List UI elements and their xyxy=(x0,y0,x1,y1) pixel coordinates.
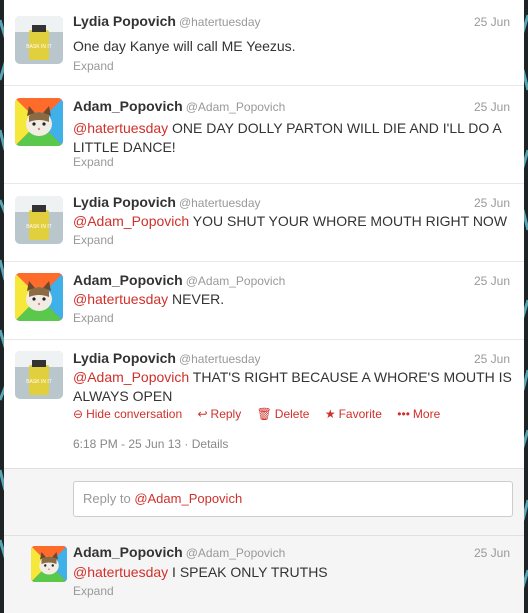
author-name[interactable]: Lydia Popovich xyxy=(73,350,176,366)
tweet-header: Adam_Popovich @Adam_Popovich xyxy=(73,272,285,290)
tweet-header: Lydia Popovich @hatertuesday xyxy=(73,350,261,368)
tweet-body: YOU SHUT YOUR WHORE MOUTH RIGHT NOW xyxy=(189,213,508,229)
reply-input[interactable]: Reply to @Adam_Popovich xyxy=(73,481,513,517)
tweet-text: @hatertuesday NEVER. xyxy=(73,290,513,309)
author-name[interactable]: Adam_Popovich xyxy=(73,272,183,288)
reply-area: Reply to @Adam_Popovich xyxy=(4,469,524,536)
mention-link[interactable]: @hatertuesday xyxy=(73,291,168,307)
reply-placeholder-mention: @Adam_Popovich xyxy=(134,491,243,506)
meta-separator: · xyxy=(181,437,192,451)
author-handle[interactable]: @hatertuesday xyxy=(179,196,261,210)
tweet-date[interactable]: 25 Jun xyxy=(474,15,510,29)
reply-placeholder: Reply to xyxy=(83,491,135,506)
mention-link[interactable]: @Adam_Popovich xyxy=(73,213,189,229)
reply-label: Reply xyxy=(210,407,242,421)
avatar-logo-text: BASK IN IT xyxy=(26,44,52,50)
tweet-date[interactable]: 25 Jun xyxy=(474,196,510,210)
tweet-text: @hatertuesday I SPEAK ONLY TRUTHS xyxy=(73,563,513,582)
trash-icon: 🗑 xyxy=(256,407,272,421)
more-dots-icon: ••• xyxy=(397,407,410,421)
tweet-text: One day Kanye will call ME Yeezus. xyxy=(73,37,513,56)
tweet-body: NEVER. xyxy=(168,291,225,307)
author-handle[interactable]: @Adam_Popovich xyxy=(186,100,286,114)
author-name[interactable]: Adam_Popovich xyxy=(73,544,183,560)
more-button[interactable]: ••• More xyxy=(397,407,440,421)
hide-conversation-button[interactable]: ⊖ Hide conversation xyxy=(73,407,182,421)
avatar-logo-text: BASK IN IT xyxy=(26,224,52,230)
tweet-text: @Adam_Popovich THAT'S RIGHT BECAUSE A WH… xyxy=(73,368,513,406)
reply-tweet[interactable]: Adam_Popovich @Adam_Popovich 25 Jun @hate… xyxy=(4,536,524,613)
tweet-header: Lydia Popovich @hatertuesday xyxy=(73,13,261,31)
delete-button[interactable]: 🗑 Delete xyxy=(257,407,310,421)
tweet[interactable]: BASK IN IT Lydia Popovich @hatertuesday 2… xyxy=(4,0,524,86)
avatar[interactable] xyxy=(31,546,67,582)
avatar[interactable] xyxy=(15,273,63,321)
tweet-body: I SPEAK ONLY TRUTHS xyxy=(168,564,328,580)
tweet-date[interactable]: 25 Jun xyxy=(474,546,510,560)
tweet[interactable]: Adam_Popovich @Adam_Popovich 25 Jun @hate… xyxy=(4,262,524,340)
tweet-date[interactable]: 25 Jun xyxy=(474,274,510,288)
tweet-date[interactable]: 25 Jun xyxy=(474,100,510,114)
mention-link[interactable]: @hatertuesday xyxy=(73,564,168,580)
author-handle[interactable]: @hatertuesday xyxy=(179,15,261,29)
tweet-timestamp[interactable]: 6:18 PM - 25 Jun 13 xyxy=(73,437,181,451)
avatar[interactable] xyxy=(15,98,63,146)
tweet-body: One day Kanye will call ME Yeezus. xyxy=(73,38,296,54)
tweet-header: Adam_Popovich @Adam_Popovich xyxy=(73,544,285,562)
expand-link[interactable]: Expand xyxy=(73,233,114,247)
tweet-expanded[interactable]: BASK IN IT Lydia Popovich @hatertuesday 2… xyxy=(4,340,524,469)
author-name[interactable]: Lydia Popovich xyxy=(73,194,176,210)
tweet[interactable]: BASK IN IT Lydia Popovich @hatertuesday 2… xyxy=(4,184,524,262)
hide-conversation-label: Hide conversation xyxy=(86,407,183,421)
minus-circle-icon: ⊖ xyxy=(73,407,84,421)
tweet[interactable]: Adam_Popovich @Adam_Popovich 25 Jun @hate… xyxy=(4,86,524,184)
author-handle[interactable]: @Adam_Popovich xyxy=(186,546,286,560)
mention-link[interactable]: @Adam_Popovich xyxy=(73,369,189,385)
tweet-date[interactable]: 25 Jun xyxy=(474,352,510,366)
more-label: More xyxy=(412,407,441,421)
expand-link[interactable]: Expand xyxy=(73,59,114,73)
mention-link[interactable]: @hatertuesday xyxy=(73,120,168,136)
expand-link[interactable]: Expand xyxy=(73,155,114,169)
favorite-button[interactable]: ★ Favorite xyxy=(325,407,382,421)
avatar[interactable]: BASK IN IT xyxy=(15,196,63,244)
avatar[interactable]: BASK IN IT xyxy=(15,16,63,64)
avatar[interactable]: BASK IN IT xyxy=(15,351,63,399)
reply-button[interactable]: ↩ Reply xyxy=(197,407,241,421)
expand-link[interactable]: Expand xyxy=(73,584,114,598)
expand-link[interactable]: Expand xyxy=(73,311,114,325)
tweet-metadata: 6:18 PM - 25 Jun 13 · Details xyxy=(73,437,228,451)
tweet-header: Adam_Popovich @Adam_Popovich xyxy=(73,98,285,116)
tweet-text: @Adam_Popovich YOU SHUT YOUR WHORE MOUTH… xyxy=(73,212,513,231)
favorite-label: Favorite xyxy=(338,407,382,421)
author-name[interactable]: Lydia Popovich xyxy=(73,13,176,29)
tweet-text: @hatertuesday ONE DAY DOLLY PARTON WILL … xyxy=(73,119,513,157)
author-name[interactable]: Adam_Popovich xyxy=(73,98,183,114)
details-link[interactable]: Details xyxy=(192,437,229,451)
reply-arrow-icon: ↩ xyxy=(197,407,208,421)
tweet-actions: ⊖ Hide conversation ↩ Reply 🗑 Delete ★ Favor… xyxy=(73,407,452,421)
avatar-logo-text: BASK IN IT xyxy=(26,379,52,385)
delete-label: Delete xyxy=(274,407,310,421)
conversation-timeline: BASK IN IT Lydia Popovich @hatertuesday 2… xyxy=(4,0,524,613)
star-icon: ★ xyxy=(324,407,336,421)
author-handle[interactable]: @hatertuesday xyxy=(179,352,261,366)
author-handle[interactable]: @Adam_Popovich xyxy=(186,274,286,288)
tweet-header: Lydia Popovich @hatertuesday xyxy=(73,194,261,212)
